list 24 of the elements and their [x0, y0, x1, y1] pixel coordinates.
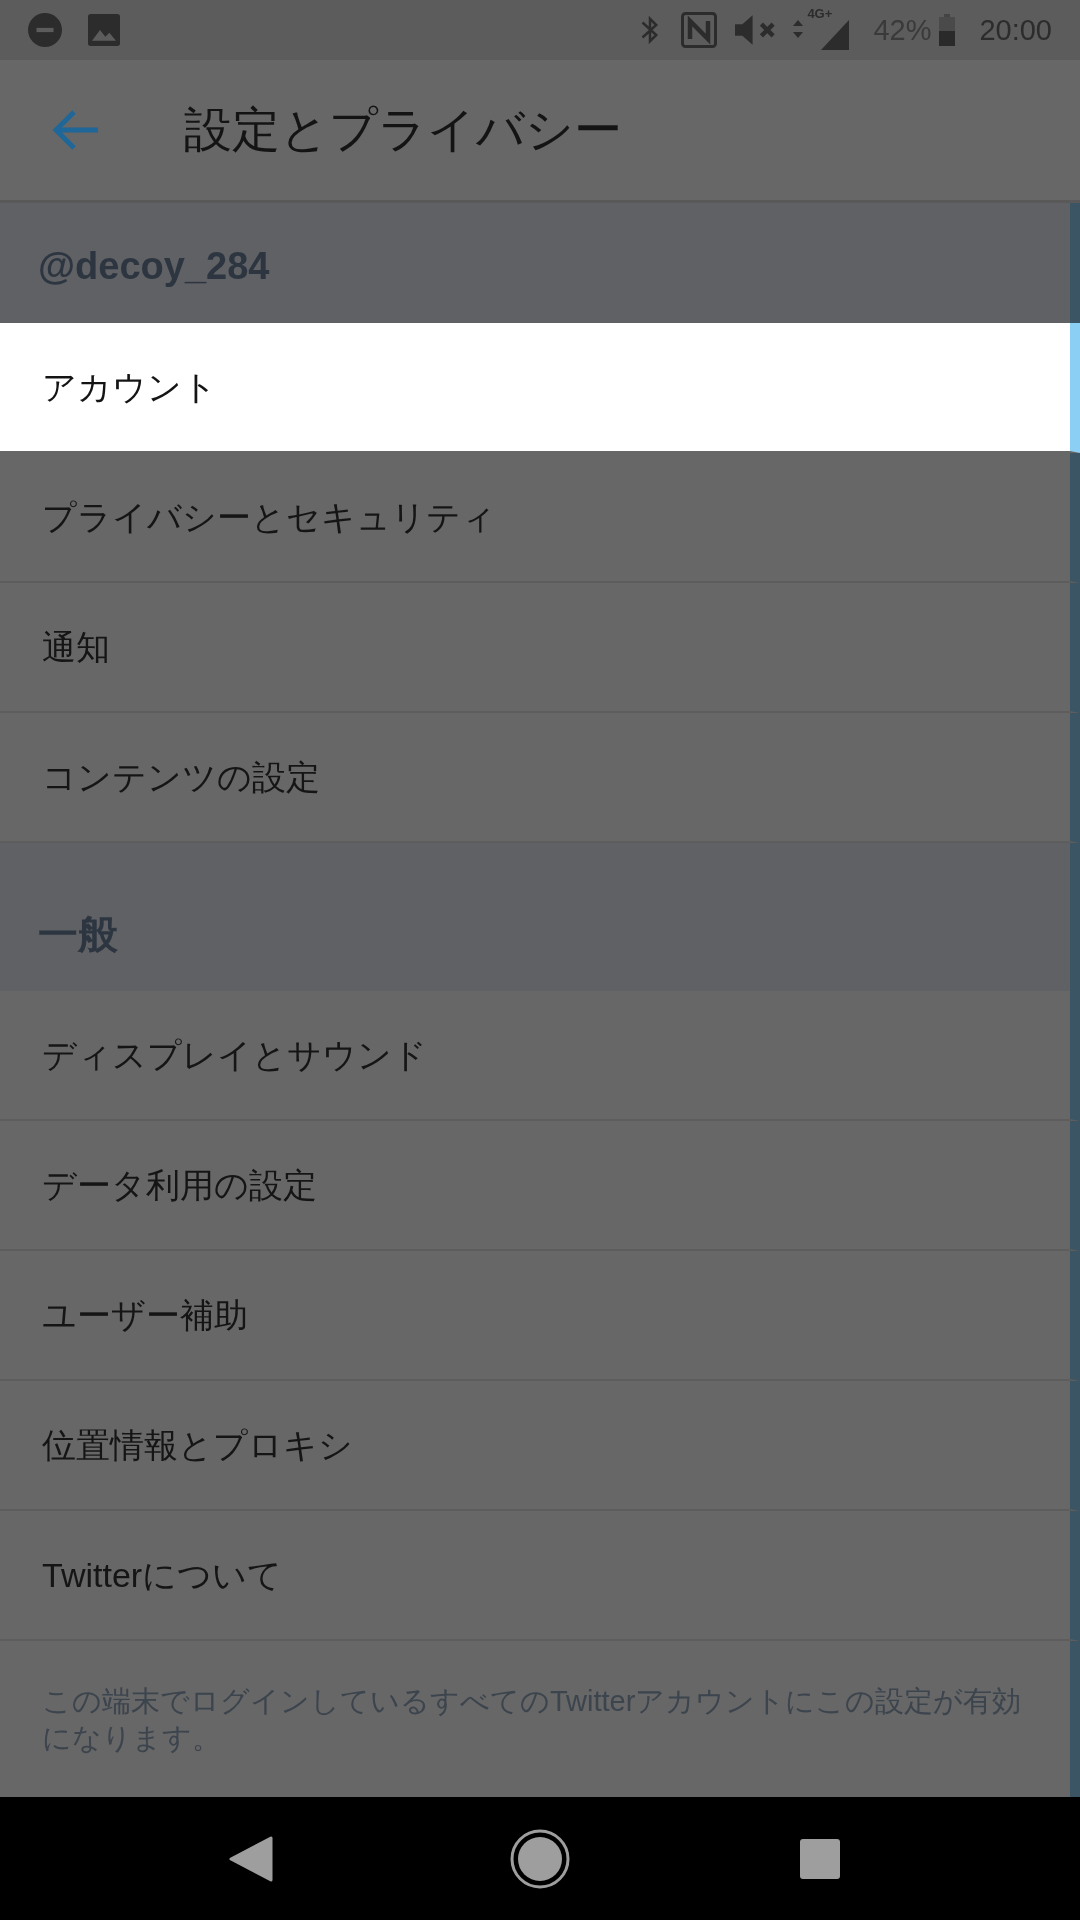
battery-icon — [939, 14, 956, 46]
settings-item[interactable]: コンテンツの設定 — [0, 713, 1080, 843]
square-icon — [800, 1838, 840, 1879]
bluetooth-icon — [641, 15, 660, 45]
image-icon — [88, 14, 120, 46]
settings-item[interactable]: 位置情報とプロキシ — [0, 1381, 1080, 1511]
page-title: 設定とプライバシー — [184, 106, 622, 154]
settings-item[interactable]: Twitterについて — [0, 1511, 1080, 1641]
home-nav-button[interactable] — [510, 1828, 570, 1889]
settings-item[interactable]: ユーザー補助 — [0, 1251, 1080, 1381]
settings-item[interactable]: データ利用の設定 — [0, 1121, 1080, 1251]
settings-item[interactable]: プライバシーとセキュリティ — [0, 453, 1080, 583]
home-circle-icon — [510, 1828, 570, 1889]
nfc-icon — [681, 12, 718, 48]
data-arrows-icon — [793, 20, 804, 38]
back-triangle-icon — [229, 1835, 273, 1882]
back-nav-button[interactable] — [229, 1835, 273, 1882]
signal-bars-icon — [821, 20, 850, 50]
back-arrow-icon — [52, 110, 100, 150]
settings-item[interactable]: アカウント — [0, 323, 1080, 453]
recents-nav-button[interactable] — [800, 1838, 840, 1879]
settings-item[interactable]: ディスプレイとサウンド — [0, 991, 1080, 1121]
settings-item[interactable]: 通知 — [0, 583, 1080, 713]
do-not-disturb-icon — [28, 13, 62, 47]
